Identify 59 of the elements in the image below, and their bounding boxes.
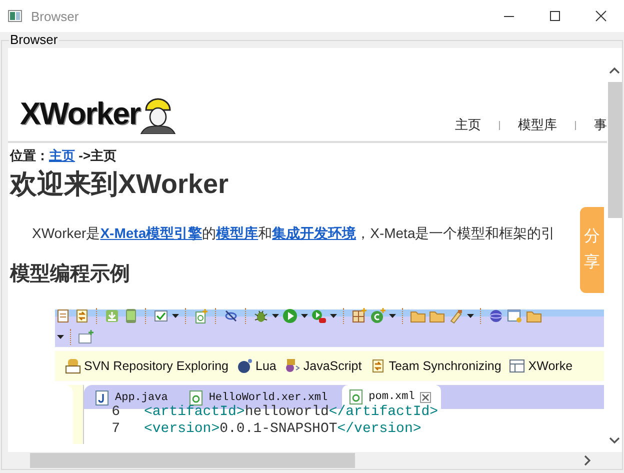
nav-link[interactable]: 模型库 (518, 116, 557, 134)
new-file-icon[interactable] (193, 308, 209, 324)
sync-icon (370, 358, 386, 374)
app-icon (8, 10, 22, 22)
sync-icon[interactable] (74, 308, 90, 324)
grid-icon[interactable] (351, 308, 367, 324)
code-line: <version>0.0.1-SNAPSHOT</version> (144, 421, 422, 438)
scrollbar-thumb[interactable] (608, 82, 622, 218)
perspective-button[interactable]: XWorke (509, 358, 573, 374)
dropdown-arrow-icon[interactable] (172, 314, 179, 318)
script-icon (284, 358, 300, 374)
xml-file-icon (188, 390, 204, 406)
maximize-icon (549, 10, 561, 22)
logo-text: XWorker (20, 96, 140, 132)
scrollbar-thumb[interactable] (30, 453, 355, 468)
window-title: Browser (31, 8, 79, 24)
window-key-icon[interactable] (507, 308, 523, 324)
nav-link[interactable]: 事 (594, 116, 607, 134)
dropdown-arrow-icon[interactable] (467, 314, 474, 318)
scroll-up-icon[interactable] (609, 67, 620, 74)
globe-icon[interactable] (488, 308, 504, 324)
ball-icon (236, 358, 253, 374)
dropdown-arrow-icon[interactable] (301, 314, 308, 318)
close-icon[interactable] (420, 392, 431, 402)
dropdown-arrow-icon[interactable] (57, 335, 64, 339)
link[interactable]: 模型库 (216, 225, 258, 241)
page-heading: 欢迎来到XWorker (10, 168, 230, 201)
perspective-button[interactable]: SVN Repository Exploring (65, 358, 229, 374)
dropdown-arrow-icon[interactable] (272, 314, 279, 318)
scroll-down-icon[interactable] (609, 437, 620, 444)
link[interactable]: 集成开发环境 (272, 225, 356, 241)
table-icon (509, 358, 526, 374)
run-stop-icon[interactable] (311, 308, 327, 324)
breadcrumb-link[interactable]: 主页 (49, 148, 75, 163)
repository-icon (65, 358, 81, 374)
worker-helmet-drawing (140, 96, 176, 134)
dropdown-arrow-icon[interactable] (389, 314, 396, 318)
intro-paragraph: XWorker是X-Meta模型引擎的模型库和集成开发环境，X-Meta是一个模型和框架的引 (32, 225, 556, 243)
document-icon[interactable] (55, 308, 71, 324)
new-window-icon[interactable] (78, 329, 94, 345)
link-off-icon[interactable] (223, 308, 239, 324)
checkbox-icon[interactable] (153, 308, 169, 324)
nav-link[interactable]: 主页 (455, 116, 481, 134)
perspective-button[interactable]: JavaScript (284, 358, 362, 374)
dropdown-arrow-icon[interactable] (330, 314, 337, 318)
close-icon (595, 10, 607, 22)
group-label: Browser (9, 32, 59, 47)
link[interactable]: X-Meta模型引擎 (100, 225, 202, 241)
line-number: 6 (110, 404, 120, 421)
phone-icon[interactable] (123, 308, 139, 324)
breadcrumb: 位置：主页 ->主页 (10, 147, 118, 165)
java-file-icon (94, 390, 110, 406)
perspective-button[interactable]: Team Synchronizing (370, 358, 502, 374)
perspective-button[interactable]: Lua (236, 358, 276, 374)
scroll-right-icon[interactable] (584, 455, 591, 466)
section-heading: 模型编程示例 (10, 262, 130, 287)
line-number: 7 (110, 421, 120, 438)
xml-file-icon (348, 389, 364, 405)
brush-icon[interactable] (448, 308, 464, 324)
